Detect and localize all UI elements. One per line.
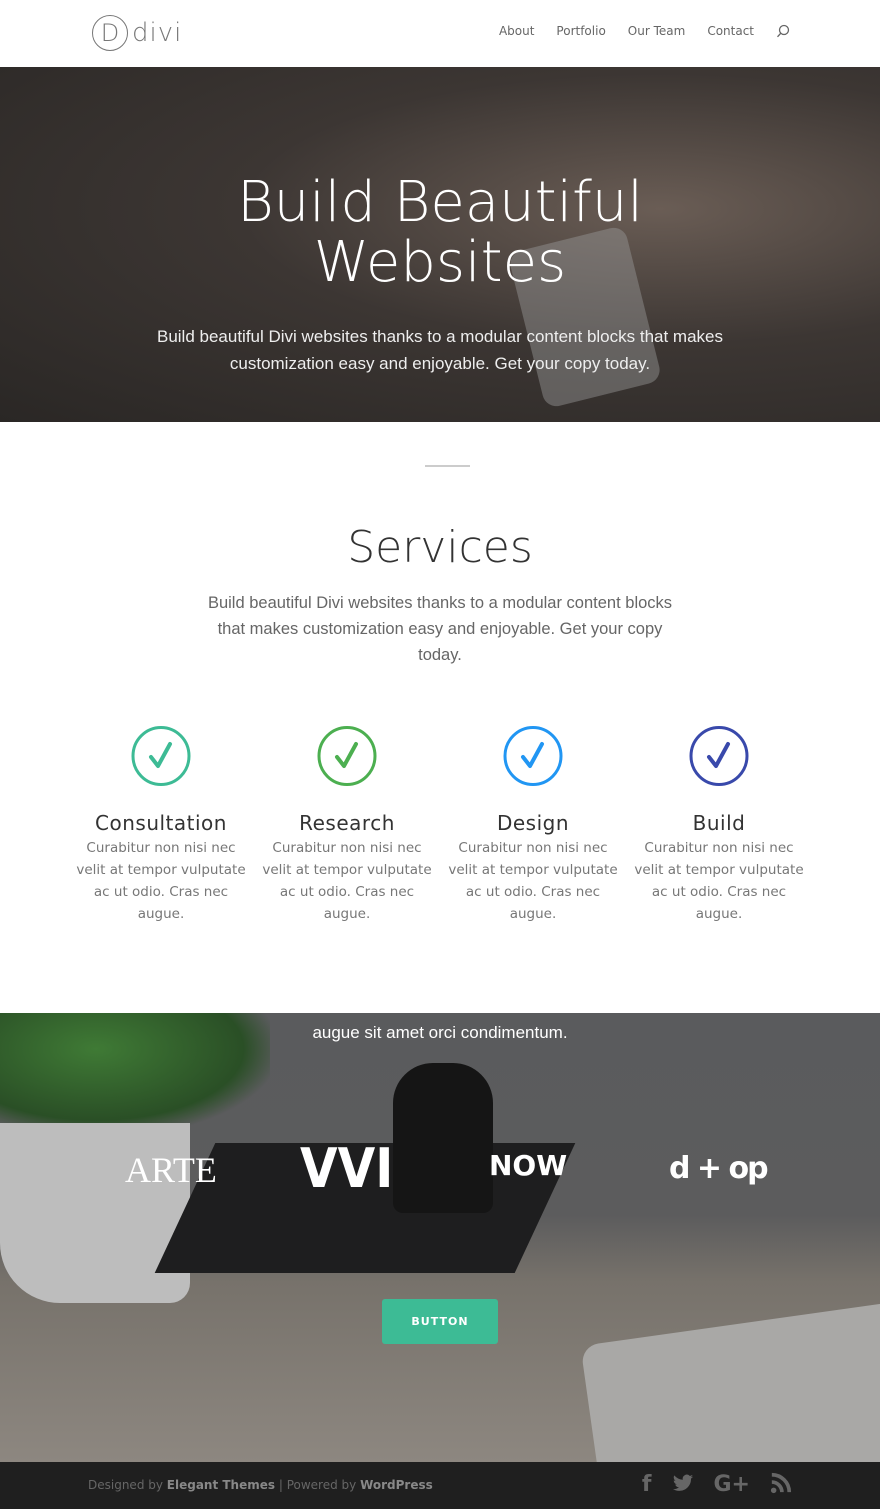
service-build: Build Curabitur non nisi nec velit at te… [634,725,804,925]
camera-lens-image [393,1063,493,1213]
facebook-icon[interactable]: f [642,1472,652,1497]
logo-text: divi [132,18,183,48]
clients-caption: augue sit amet orci condimentum. [312,1023,568,1042]
rss-icon[interactable] [770,1472,792,1494]
logo[interactable]: D divi [92,15,182,51]
service-research: Research Curabitur non nisi nec velit at… [262,725,432,925]
services-title: Services [347,522,533,573]
hero-section: Build Beautiful Websites Build beautiful … [0,67,880,422]
search-icon[interactable] [776,24,790,38]
main-nav: About Portfolio Our Team Contact [499,24,790,38]
nav-about[interactable]: About [499,24,534,38]
hero-text: Build beautiful Divi websites thanks to … [156,327,723,373]
google-plus-icon[interactable]: G+ [714,1472,751,1497]
clients-section: augue sit amet orci condimentum. ARTE VV… [0,1013,880,1462]
service-text: Curabitur non nisi nec velit at tempor v… [448,840,618,922]
section-divider [425,465,470,467]
footer: Designed by Elegant Themes | Powered by … [0,1462,880,1509]
credits-designed-by: Designed by [88,1478,167,1492]
hero-title-line1: Build Beautiful [237,170,643,235]
service-design: Design Curabitur non nisi nec velit at t… [448,725,618,925]
check-circle-icon [317,726,377,786]
service-consultation: Consultation Curabitur non nisi nec veli… [76,725,246,925]
nav-portfolio[interactable]: Portfolio [556,24,605,38]
service-title: Build [692,811,746,835]
check-circle-icon [689,726,749,786]
check-circle-icon [503,726,563,786]
twitter-icon[interactable] [672,1472,694,1494]
service-text: Curabitur non nisi nec velit at tempor v… [634,840,804,922]
service-text: Curabitur non nisi nec velit at tempor v… [76,840,246,922]
service-text: Curabitur non nisi nec velit at tempor v… [262,840,432,922]
elegant-themes-link[interactable]: Elegant Themes [167,1478,275,1492]
logo-mark: D [92,15,128,51]
laptop-image [580,1301,880,1462]
service-title: Design [496,811,570,835]
credits-powered-by: | Powered by [275,1478,361,1492]
footer-credits: Designed by Elegant Themes | Powered by … [88,1478,433,1492]
social-links: f G+ [642,1472,792,1497]
services-description: Build beautiful Divi websites thanks to … [207,594,673,664]
service-title: Research [299,811,395,835]
nav-contact[interactable]: Contact [707,24,754,38]
cta-button[interactable]: BUTTON [382,1299,498,1344]
site-header: D divi About Portfolio Our Team Contact [0,0,880,67]
hero-title-line2: Websites [313,230,567,295]
client-logo-now: NOW [489,1149,568,1182]
client-logo-vvi: VVI [300,1137,394,1200]
check-circle-icon [131,726,191,786]
client-logo-dop: d + op [669,1151,769,1186]
nav-our-team[interactable]: Our Team [628,24,686,38]
service-title: Consultation [95,811,227,835]
wordpress-link[interactable]: WordPress [360,1478,433,1492]
client-logo-arte: ARTE [125,1150,217,1190]
hero-title: Build Beautiful Websites [0,173,880,293]
